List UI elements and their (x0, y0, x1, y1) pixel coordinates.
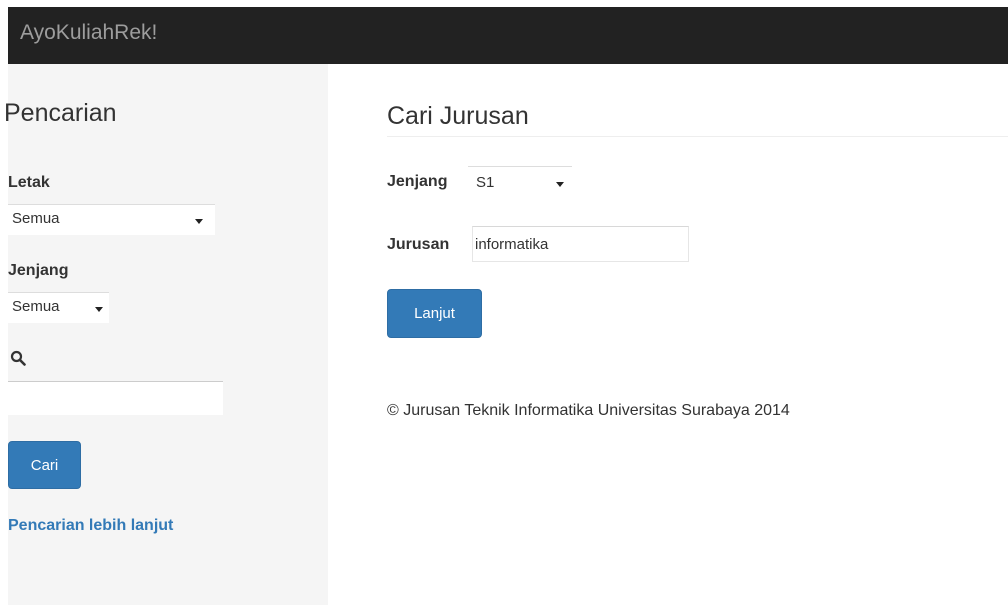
sidebar: Pencarian Letak Semua Jenjang Semua Cari… (4, 64, 328, 605)
jenjang-label: Jenjang (8, 262, 69, 279)
search-button[interactable]: Cari (8, 441, 81, 489)
letak-label: Letak (8, 174, 50, 191)
footer-text: © Jurusan Teknik Informatika Universitas… (387, 402, 790, 419)
sidebar-heading: Pencarian (4, 99, 117, 127)
letak-selected-value: Semua (12, 210, 60, 227)
main-jenjang-label: Jenjang (387, 173, 448, 190)
jenjang-select[interactable]: Semua (8, 292, 109, 323)
jenjang-selected-value: Semua (12, 298, 60, 315)
letak-select[interactable]: Semua (8, 204, 215, 235)
lanjut-button-label: Lanjut (414, 305, 455, 322)
jurusan-input[interactable] (472, 226, 689, 262)
chevron-down-icon (195, 219, 203, 224)
search-button-label: Cari (30, 456, 59, 474)
top-navbar: AyoKuliahRek! (8, 7, 1008, 64)
chevron-down-icon (556, 182, 564, 187)
search-input[interactable] (8, 381, 223, 415)
advanced-search-link[interactable]: Pencarian lebih lanjut (8, 517, 173, 535)
brand-link[interactable]: AyoKuliahRek! (20, 21, 157, 45)
page-title: Cari Jurusan (387, 102, 529, 130)
main-jenjang-selected-value: S1 (476, 174, 495, 191)
search-icon (10, 350, 26, 366)
main-jenjang-select[interactable]: S1 (468, 166, 572, 200)
chevron-down-icon (95, 307, 103, 312)
title-divider (387, 136, 1008, 137)
lanjut-button[interactable]: Lanjut (387, 289, 482, 338)
jurusan-label: Jurusan (387, 236, 450, 253)
